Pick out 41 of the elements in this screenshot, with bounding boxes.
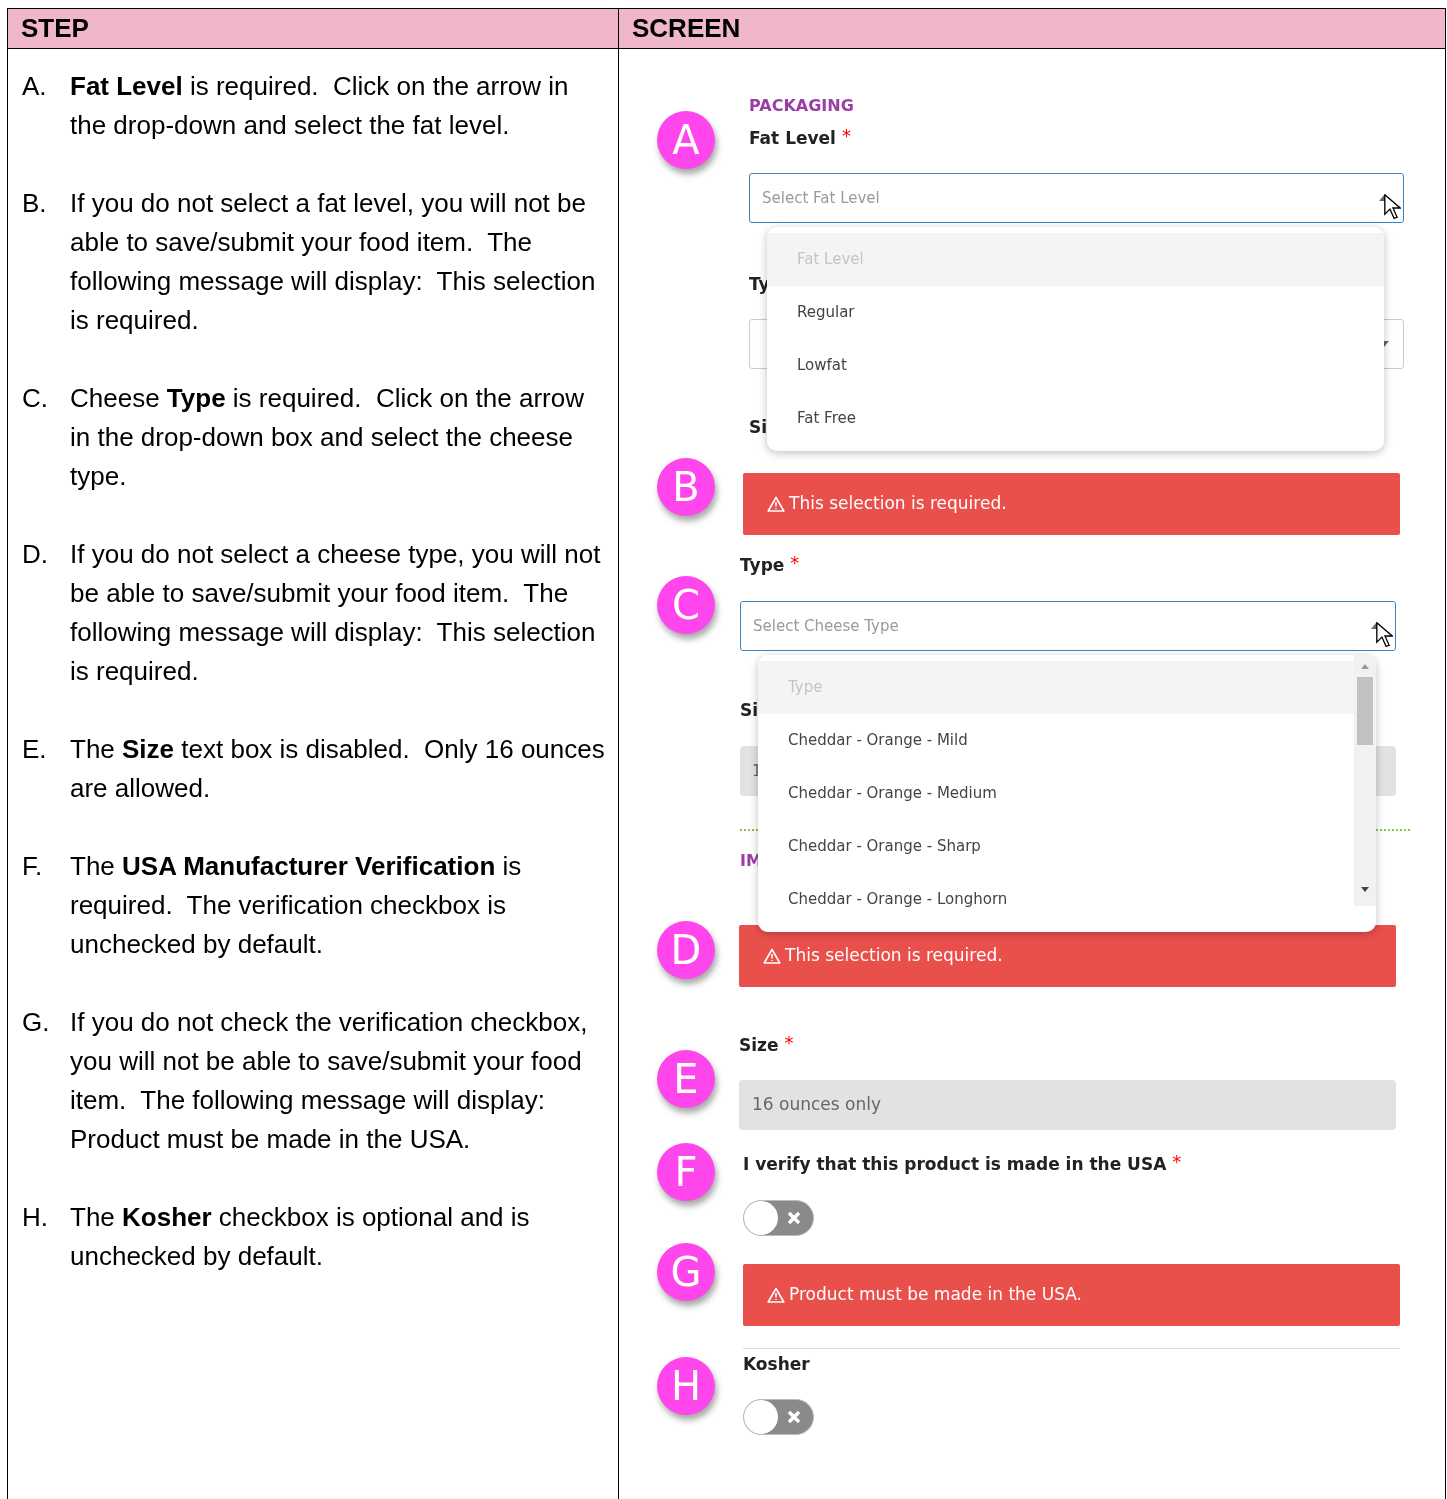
field-label: Type: [740, 555, 785, 575]
step-letter: D.: [22, 538, 49, 571]
step-text: Fat Level is required. Click on the arrow in the drop-down and select the fat level.: [70, 70, 570, 142]
step-letter: H.: [22, 1201, 49, 1234]
field-label: Si: [740, 700, 759, 720]
step-badge: E: [657, 1050, 715, 1108]
field-label: Kosher: [743, 1354, 810, 1374]
step-badge: D: [657, 921, 715, 979]
step-text: If you do not check the verification checkbox, you will not be able to save/submit your food item. The following message will display: Product must be made in the USA.: [70, 1006, 589, 1156]
column-header: SCREEN: [632, 12, 741, 45]
step-letter: G.: [22, 1006, 51, 1039]
step-letter: F.: [22, 850, 44, 883]
step-badge: G: [657, 1243, 715, 1301]
field-label: Fat Level: [749, 128, 836, 148]
column-header: STEP: [21, 12, 89, 45]
required-asterisk: *: [841, 128, 851, 144]
step-text: If you do not select a cheese type, you will not be able to save/submit your food item. The following message will display: This selection is required.: [70, 538, 602, 688]
step-text: If you do not select a fat level, you will not be able to save/submit your food item. The following message will display: This selection is required.: [70, 187, 597, 337]
step-text: Cheese Type is required. Click on the arrow in the drop-down box and select the cheese type.: [70, 382, 585, 493]
step-text: The Size text box is disabled. Only 16 ounces are allowed.: [70, 733, 606, 805]
required-asterisk: *: [790, 555, 800, 571]
error-message: Product must be made in the USA.: [743, 1264, 1400, 1326]
step-badge: H: [657, 1357, 715, 1415]
field-label: Size: [739, 1035, 779, 1055]
step-text: The Kosher checkbox is optional and is unchecked by default.: [70, 1201, 531, 1273]
step-text: The USA Manufacturer Verification is required. The verification checkbox is unchecked by default.: [70, 850, 523, 961]
field-label: Si: [749, 417, 768, 437]
step-letter: B.: [22, 187, 48, 220]
section-title: PACKAGING: [749, 96, 855, 116]
step-letter: A.: [22, 70, 48, 103]
size-field: 16 ounces only: [739, 1080, 1396, 1130]
field-label: I verify that this product is made in the USA: [743, 1154, 1167, 1174]
required-asterisk: *: [784, 1035, 794, 1051]
step-badge: C: [657, 576, 715, 634]
step-badge: A: [657, 111, 715, 169]
step-letter: C.: [22, 382, 49, 415]
step-badge: B: [657, 458, 715, 516]
error-message: This selection is required.: [743, 473, 1400, 535]
step-letter: E.: [22, 733, 48, 766]
step-badge: F: [657, 1143, 715, 1201]
required-asterisk: *: [1172, 1154, 1182, 1170]
